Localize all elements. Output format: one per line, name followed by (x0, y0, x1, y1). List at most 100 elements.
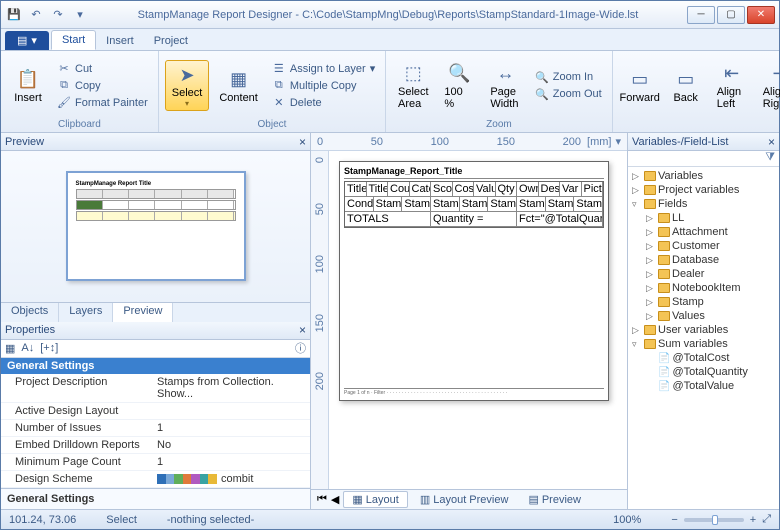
page-width-button[interactable]: ↔Page Width (484, 60, 526, 112)
preview-close-icon[interactable]: × (299, 135, 306, 149)
file-tab[interactable]: ▤▾ (5, 31, 49, 50)
delete-button[interactable]: ✕Delete (268, 95, 379, 111)
zoom-slider[interactable] (684, 518, 744, 522)
window-title: StampManage Report Designer - C:\Code\St… (89, 9, 687, 21)
assign-layer-button[interactable]: ☰Assign to Layer ▾ (268, 61, 379, 77)
tree-node[interactable]: ▷LL (630, 211, 777, 225)
prop-active-design-layout[interactable]: Active Design Layout (1, 403, 310, 420)
group-arrange-label: Arrange (619, 118, 780, 130)
tree-node[interactable]: ▷NotebookItem (630, 281, 777, 295)
back-button[interactable]: ▭Back (665, 66, 707, 106)
tree-node[interactable]: ▷Database (630, 253, 777, 267)
group-clipboard-label: Clipboard (7, 118, 152, 130)
content-button[interactable]: ▦Content (213, 66, 264, 106)
tab-objects[interactable]: Objects (1, 303, 59, 322)
tree-node[interactable]: ▷Project variables (630, 183, 777, 197)
tab-layout[interactable]: ▦Layout (343, 491, 407, 508)
nav-prev-icon[interactable]: ◀ (331, 493, 339, 506)
zoomout-icon: 🔍 (535, 87, 549, 101)
zoom-100-button[interactable]: 🔍100 % (438, 60, 480, 112)
ruler-dropdown-icon[interactable]: ▾ (615, 135, 621, 148)
prop-embed-drilldown[interactable]: Embed Drilldown ReportsNo (1, 437, 310, 454)
tree-node[interactable]: ▿Fields (630, 197, 777, 211)
select-button[interactable]: ➤Select▾ (165, 60, 210, 111)
selectarea-icon: ⬚ (401, 62, 425, 86)
back-icon: ▭ (674, 68, 698, 92)
ruler-vertical: 050100150200 (311, 151, 329, 489)
report-title-field[interactable]: StampManage_Report_Title (344, 166, 604, 179)
sort-category-icon[interactable]: ▦ (5, 342, 15, 355)
tree-node[interactable]: ▷Customer (630, 239, 777, 253)
nav-first-icon[interactable]: ⏮ (317, 493, 327, 506)
undo-icon[interactable]: ↶ (27, 6, 45, 24)
design-canvas[interactable]: StampManage_Report_Title TitleTitle_shor… (329, 151, 627, 489)
tree-node[interactable]: ▷Stamp (630, 295, 777, 309)
variables-tree: ▷Variables▷Project variables▿Fields▷LL▷A… (628, 167, 779, 509)
copy-icon: ⧉ (57, 79, 71, 93)
filter-icon[interactable]: ⧩ (765, 151, 775, 166)
align-right-button[interactable]: ⇥Align Right (757, 60, 780, 112)
tree-node[interactable]: 📄@TotalQuantity (630, 365, 777, 379)
tab-project[interactable]: Project (144, 32, 198, 50)
info-icon[interactable]: ⓘ (295, 340, 306, 356)
prop-number-of-issues[interactable]: Number of Issues1 (1, 420, 310, 437)
close-button[interactable]: ✕ (747, 6, 775, 24)
insert-icon: 📋 (16, 68, 40, 92)
status-selection: -nothing selected- (167, 514, 254, 526)
preview-panel-header: Preview× (1, 133, 310, 151)
format-painter-button[interactable]: 🖌Format Painter (53, 95, 152, 111)
zoom-in-button[interactable]: 🔍Zoom In (531, 69, 606, 85)
status-mode: Select (106, 514, 137, 526)
ribbon-tabstrip: ▤▾ Start Insert Project (1, 29, 779, 51)
layoutpreview-icon: ▥ (420, 493, 430, 506)
tab-layout-preview[interactable]: ▥Layout Preview (412, 492, 517, 507)
tab-layers[interactable]: Layers (59, 303, 113, 322)
zoom-expand-icon[interactable]: ⤢ (762, 513, 771, 526)
properties-close-icon[interactable]: × (299, 323, 306, 337)
properties-grid: General Settings Project DescriptionStam… (1, 358, 310, 489)
zoom-plus-button[interactable]: + (750, 514, 756, 526)
tree-node[interactable]: ▷Values (630, 309, 777, 323)
cursor-icon: ➤ (175, 63, 199, 87)
tree-node[interactable]: ▷Variables (630, 169, 777, 183)
save-icon[interactable]: 💾 (5, 6, 23, 24)
copy-button[interactable]: ⧉Copy (53, 78, 152, 94)
tab-insert[interactable]: Insert (96, 32, 144, 50)
report-table[interactable]: TitleTitle_shortCountryCategoryScott#Cos… (344, 181, 604, 228)
expand-icon[interactable]: [+↕] (40, 342, 58, 354)
alignleft-icon: ⇤ (720, 62, 744, 86)
select-area-button[interactable]: ⬚Select Area (392, 60, 434, 112)
zoom-minus-button[interactable]: − (671, 514, 677, 526)
tree-node[interactable]: ▷Dealer (630, 267, 777, 281)
prop-design-scheme[interactable]: Design Schemecombit (1, 471, 310, 488)
category-general-settings[interactable]: General Settings (1, 358, 310, 374)
preview-thumbnail[interactable]: StampManage Report Title (66, 171, 246, 281)
zoom-out-button[interactable]: 🔍Zoom Out (531, 86, 606, 102)
preview-icon: ▤ (528, 493, 538, 506)
sort-alpha-icon[interactable]: A↓ (21, 342, 34, 354)
tree-node[interactable]: ▷User variables (630, 323, 777, 337)
prop-project-description[interactable]: Project DescriptionStamps from Collectio… (1, 374, 310, 403)
prop-min-page-count[interactable]: Minimum Page Count1 (1, 454, 310, 471)
status-bar: 101.24, 73.06 Select -nothing selected- … (1, 509, 779, 529)
qat-dropdown-icon[interactable]: ▾ (71, 6, 89, 24)
redo-icon[interactable]: ↷ (49, 6, 67, 24)
tab-preview[interactable]: Preview (113, 303, 173, 322)
tree-node[interactable]: 📄@TotalValue (630, 379, 777, 393)
tab-start[interactable]: Start (51, 30, 96, 50)
tree-node[interactable]: ▿Sum variables (630, 337, 777, 351)
variables-close-icon[interactable]: × (768, 135, 775, 149)
align-left-button[interactable]: ⇤Align Left (711, 60, 753, 112)
pagewidth-icon: ↔ (494, 62, 518, 86)
insert-button[interactable]: 📋Insert (7, 66, 49, 106)
tree-node[interactable]: 📄@TotalCost (630, 351, 777, 365)
multicopy-icon: ⧉ (272, 79, 286, 93)
minimize-button[interactable]: ─ (687, 6, 715, 24)
multiple-copy-button[interactable]: ⧉Multiple Copy (268, 78, 379, 94)
forward-button[interactable]: ▭Forward (619, 66, 661, 106)
cut-button[interactable]: ✂Cut (53, 61, 152, 77)
maximize-button[interactable]: ▢ (717, 6, 745, 24)
tree-node[interactable]: ▷Attachment (630, 225, 777, 239)
report-page[interactable]: StampManage_Report_Title TitleTitle_shor… (339, 161, 609, 401)
tab-preview-center[interactable]: ▤Preview (520, 492, 589, 507)
